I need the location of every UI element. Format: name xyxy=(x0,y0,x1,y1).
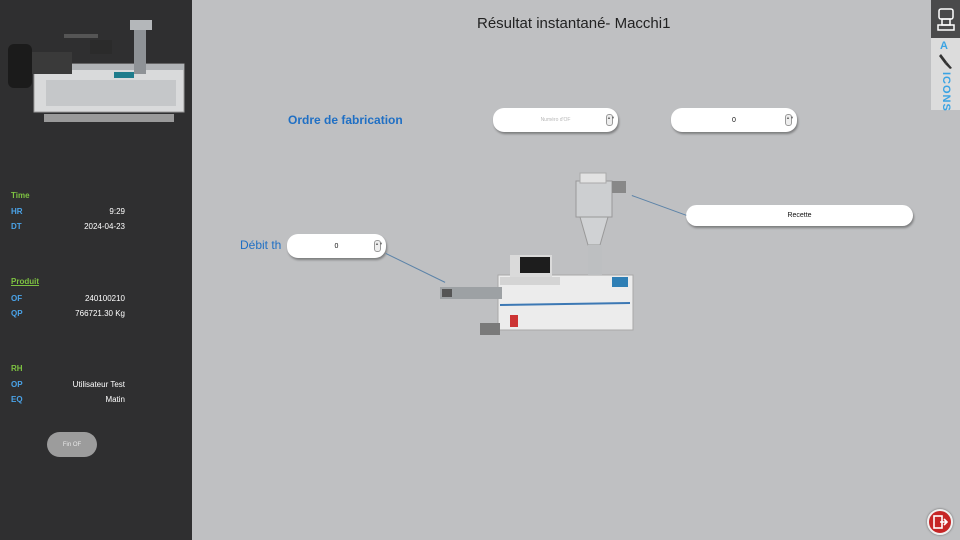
op-value: Utilisateur Test xyxy=(72,380,125,389)
sidebar: Time HR 9:29 DT 2024-04-23 Produit OF 24… xyxy=(0,0,192,540)
exit-button[interactable] xyxy=(927,509,953,535)
recette-label: Recette xyxy=(787,212,812,219)
debit-th-spinner[interactable]: ▲▼ xyxy=(374,240,383,252)
numero-of-select[interactable]: Numéro d'OF ▲▼ xyxy=(493,108,618,132)
op-label: OP xyxy=(11,380,23,389)
a-label: A xyxy=(940,40,948,52)
qp-label: QP xyxy=(11,309,23,318)
op-row: OP Utilisateur Test xyxy=(11,380,125,389)
tool-icon xyxy=(939,54,952,69)
ordre-value: 0 xyxy=(732,116,736,124)
dt-row: DT 2024-04-23 xyxy=(11,222,125,231)
time-section-title: Time xyxy=(11,191,30,200)
qp-row: QP 766721.30 Kg xyxy=(11,309,125,318)
of-value: 240100210 xyxy=(84,294,125,303)
icons-label: ICONS xyxy=(940,72,952,112)
dt-value: 2024-04-23 xyxy=(84,222,125,231)
hr-row: HR 9:29 xyxy=(11,207,125,216)
machine-icon xyxy=(936,8,955,31)
numero-of-spinner[interactable]: ▲▼ xyxy=(606,114,615,126)
eq-value: Matin xyxy=(105,395,125,404)
ordre-fabrication-label: Ordre de fabrication xyxy=(288,113,403,127)
debit-th-value: 0 xyxy=(334,242,339,250)
eq-row: EQ Matin xyxy=(11,395,125,404)
ordre-value-field[interactable]: 0 ▲▼ xyxy=(671,108,797,132)
icons-panel[interactable]: A ICONS xyxy=(931,38,960,112)
debit-th-field[interactable]: 0 ▲▼ xyxy=(287,234,386,258)
right-icon-strip: A ICONS xyxy=(931,0,960,112)
machine-icon-button[interactable] xyxy=(931,0,960,38)
debit-th-label: Débit th xyxy=(240,238,282,252)
fin-of-button[interactable]: Fin OF xyxy=(47,432,97,457)
debit-connector-line xyxy=(385,253,446,283)
of-row: OF 240100210 xyxy=(11,294,125,303)
eq-label: EQ xyxy=(11,395,23,404)
extruder-machine-image xyxy=(8,20,185,122)
recette-button[interactable]: Recette xyxy=(686,205,913,226)
page-title: Résultat instantané- Macchi1 xyxy=(477,15,671,32)
exit-icon xyxy=(933,515,948,529)
qp-value: 766721.30 Kg xyxy=(75,309,125,318)
numero-of-placeholder: Numéro d'OF xyxy=(540,117,571,123)
dt-label: DT xyxy=(11,222,22,231)
extruder-machine-image xyxy=(440,172,634,335)
hr-label: HR xyxy=(11,207,23,216)
hr-value: 9:29 xyxy=(109,207,125,216)
rh-section-title: RH xyxy=(11,364,23,373)
ordre-value-spinner[interactable]: ▲▼ xyxy=(785,114,794,126)
of-label: OF xyxy=(11,294,23,303)
produit-section-title: Produit xyxy=(11,277,39,286)
